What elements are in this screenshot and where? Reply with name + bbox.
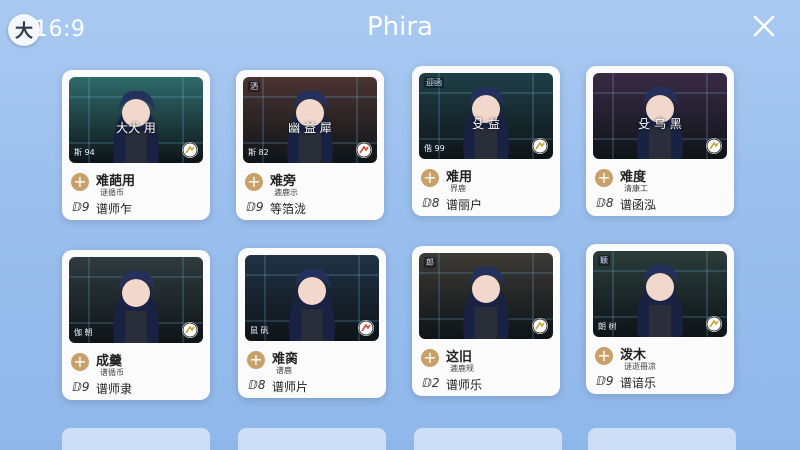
thumbnail-corner-tag: 洒: [248, 81, 260, 92]
add-button[interactable]: +: [71, 173, 89, 191]
song-subtitle: 谜逝冊凉: [624, 362, 656, 371]
speed-indicator-icon: [358, 320, 374, 336]
thumbnail-corner-tag: 迎函: [424, 77, 444, 88]
song-card[interactable]: 颖 朗 树 + 泼木 谜逝冊凉 ⅅ9 谱谙乐: [586, 244, 734, 394]
charter-name: 谱师片: [272, 380, 309, 394]
add-button[interactable]: +: [245, 173, 263, 191]
speed-indicator-icon: [706, 316, 722, 332]
thumbnail-label: 鼠 矾: [250, 326, 269, 335]
thumbnail-overlay-text: 大犬 用: [116, 121, 156, 135]
song-card[interactable]: 伽 朝 + 成羹 谱循币 ⅅ9 谱师隶: [62, 250, 210, 400]
thumbnail-label: 斯 82: [248, 148, 269, 157]
charter-name: 谱师乐: [446, 378, 483, 392]
charter-name: 谱函泓: [620, 198, 657, 212]
song-subtitle: 谱鹿: [276, 366, 292, 375]
next-row-card-hint: [414, 428, 562, 450]
next-row-card-hint: [588, 428, 736, 450]
speed-indicator-icon: [532, 138, 548, 154]
song-thumbnail: 殳 乌 黑: [593, 73, 727, 159]
add-button[interactable]: +: [421, 349, 439, 367]
song-thumbnail: 颖 朗 树: [593, 251, 727, 337]
add-button[interactable]: +: [595, 169, 613, 187]
song-card[interactable]: 鼠 矾 + 难脔 谱鹿 ⅅ8 谱师片: [238, 248, 386, 398]
song-subtitle: 界鹿: [450, 184, 466, 193]
difficulty-level: ⅅ8: [422, 196, 440, 210]
song-subtitle: 谱循币: [100, 368, 124, 377]
difficulty-level: ⅅ9: [72, 200, 90, 214]
thumbnail-label: 斯 94: [74, 148, 95, 157]
charter-name: 谱丽户: [446, 198, 483, 212]
speed-indicator-icon: [356, 142, 372, 158]
difficulty-level: ⅅ9: [246, 200, 264, 214]
thumbnail-label: 朗 树: [598, 322, 617, 331]
song-thumbnail: 迎函 殳 益 偕 99: [419, 73, 553, 159]
charter-name: 谱师乍: [96, 202, 133, 216]
song-card[interactable]: 洒 幽 益 犀 斯 82 + 难旁 漉鹿示 ⅅ9 等箔泷: [236, 70, 384, 220]
charter-name: 谱师隶: [96, 382, 133, 396]
next-row-card-hint: [238, 428, 386, 450]
song-thumbnail: 洒 幽 益 犀 斯 82: [243, 77, 377, 163]
speed-indicator-icon: [182, 142, 198, 158]
top-bar: 大 16:9 Phira: [0, 0, 800, 56]
speed-indicator-icon: [182, 322, 198, 338]
thumbnail-label: 伽 朝: [74, 328, 93, 337]
difficulty-level: ⅅ9: [72, 380, 90, 394]
song-subtitle: 漉鹿示: [274, 188, 298, 197]
song-thumbnail: 伽 朝: [69, 257, 203, 343]
close-icon[interactable]: [750, 12, 778, 40]
speed-indicator-icon: [532, 318, 548, 334]
page-title: Phira: [366, 12, 433, 42]
charter-name: 谱谙乐: [620, 376, 657, 390]
song-thumbnail: 大犬 用 斯 94: [69, 77, 203, 163]
add-button[interactable]: +: [421, 169, 439, 187]
difficulty-level: ⅅ2: [422, 376, 440, 390]
song-thumbnail: 鼠 矾: [245, 255, 379, 341]
thumbnail-overlay-text: 殳 乌 黑: [638, 117, 682, 131]
thumbnail-corner-tag: 颖: [598, 255, 610, 266]
speed-indicator-icon: [706, 138, 722, 154]
song-subtitle: 谜循币: [100, 188, 124, 197]
charter-name: 等箔泷: [270, 202, 307, 216]
song-card[interactable]: 郎 + 这旧 漉鹿规 ⅅ2 谱师乐: [412, 246, 560, 396]
add-button[interactable]: +: [595, 347, 613, 365]
song-card[interactable]: 大犬 用 斯 94 + 难葩用 谜循币 ⅅ9 谱师乍: [62, 70, 210, 220]
thumbnail-label: 偕 99: [424, 144, 445, 153]
thumbnail-corner-tag: 郎: [424, 257, 436, 268]
next-row-card-hint: [62, 428, 210, 450]
song-thumbnail: 郎: [419, 253, 553, 339]
thumbnail-overlay-text: 幽 益 犀: [288, 121, 332, 135]
thumbnail-overlay-text: 殳 益: [472, 117, 500, 131]
difficulty-level: ⅅ9: [596, 374, 614, 388]
song-subtitle: 清康工: [624, 184, 648, 193]
add-button[interactable]: +: [71, 353, 89, 371]
song-card[interactable]: 殳 乌 黑 + 难度 清康工 ⅅ8 谱函泓: [586, 66, 734, 216]
add-button[interactable]: +: [247, 351, 265, 369]
song-subtitle: 漉鹿规: [450, 364, 474, 373]
song-card[interactable]: 迎函 殳 益 偕 99 + 难用 界鹿 ⅅ8 谱丽户: [412, 66, 560, 216]
difficulty-level: ⅅ8: [596, 196, 614, 210]
difficulty-level: ⅅ8: [248, 378, 266, 392]
